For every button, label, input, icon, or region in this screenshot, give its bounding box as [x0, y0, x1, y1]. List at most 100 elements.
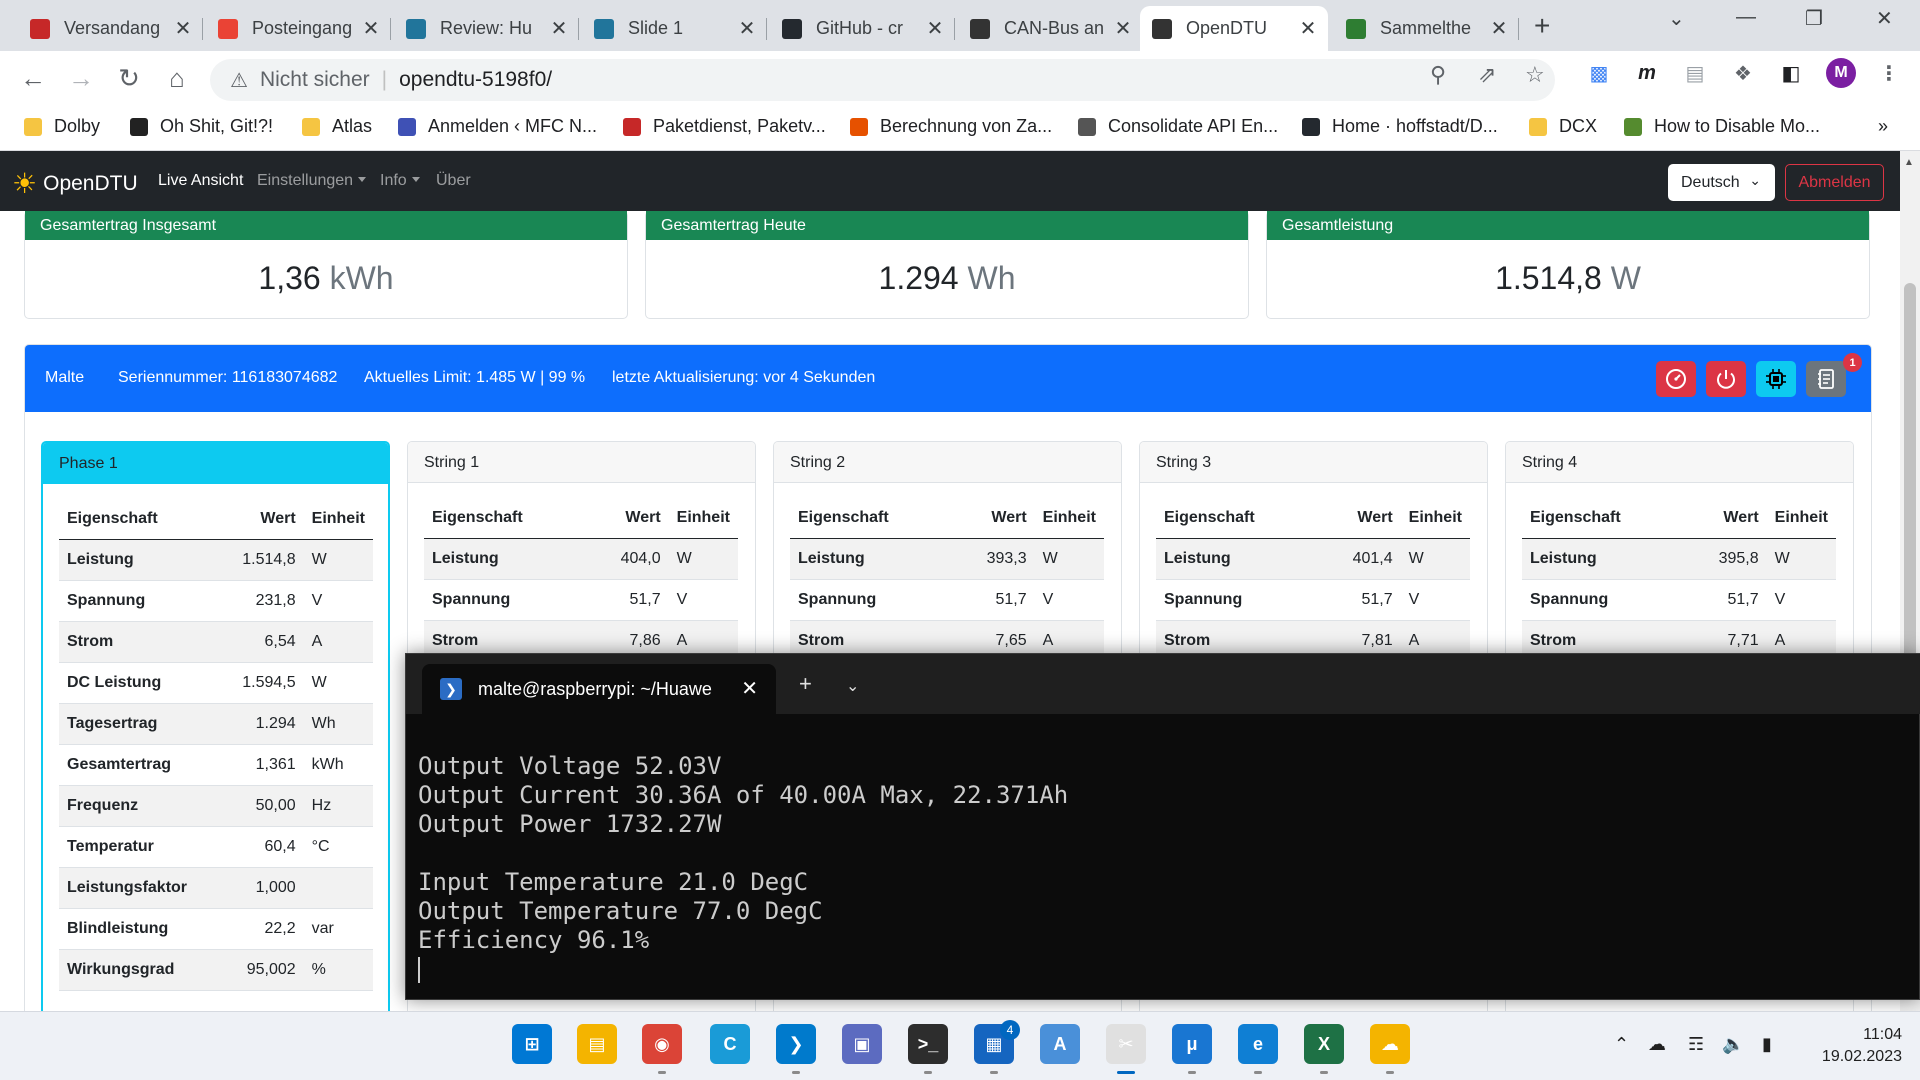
google-extension-icon[interactable]: ▩ [1586, 60, 1612, 86]
speaker-icon[interactable]: 🔈 [1722, 1034, 1744, 1055]
close-window-button[interactable]: ✕ [1876, 6, 1893, 31]
terminal-output[interactable]: Output Voltage 52.03V Output Current 30.3… [418, 752, 1068, 955]
restore-button[interactable]: ❐ [1805, 6, 1823, 31]
excel-icon[interactable]: X [1304, 1024, 1344, 1064]
wifi-icon[interactable]: ☶ [1688, 1034, 1704, 1055]
bookmark-item[interactable]: How to Disable Mo... [1624, 116, 1820, 137]
nav-settings-dropdown[interactable]: Einstellungen [257, 172, 366, 190]
browser-tab[interactable]: Sammelthe ✕ [1334, 6, 1519, 51]
new-terminal-tab-button[interactable]: + [799, 671, 812, 697]
browser-tab[interactable]: Slide 1 ✕ [582, 6, 767, 51]
tray-chevron-up-icon[interactable]: ⌃ [1614, 1034, 1629, 1055]
file-explorer-icon[interactable]: ▤ [577, 1024, 617, 1064]
scroll-up-arrow-icon[interactable]: ▲ [1904, 157, 1914, 168]
snipping-icon[interactable]: ✂ [1106, 1024, 1146, 1064]
system-clock[interactable]: 11:04 19.02.2023 [1810, 1024, 1902, 1068]
browser-tab[interactable]: Review: Hu ✕ [394, 6, 579, 51]
bookmark-item[interactable]: Consolidate API En... [1078, 116, 1278, 137]
chrome-icon[interactable]: ◉ [642, 1024, 682, 1064]
close-icon[interactable]: ✕ [547, 16, 571, 41]
device-info-button[interactable] [1756, 361, 1796, 397]
chip-icon [970, 18, 990, 39]
close-icon[interactable]: ✕ [359, 16, 383, 41]
bookmark-item[interactable]: Paketdienst, Paketv... [623, 116, 826, 137]
onedrive-folder-icon[interactable]: ☁ [1370, 1024, 1410, 1064]
value-cell: 51,7 [599, 579, 669, 621]
close-icon[interactable]: ✕ [1296, 16, 1320, 41]
value-cell: 51,7 [1331, 579, 1401, 621]
terminal-icon[interactable]: >_ [908, 1024, 948, 1064]
bookmark-item[interactable]: Anmelden ‹ MFC N... [398, 116, 597, 137]
sun-icon: ☀ [12, 168, 38, 199]
browser-tab[interactable]: Versandang ✕ [18, 6, 203, 51]
value-cell: 231,8 [233, 580, 304, 622]
edge-icon[interactable]: e [1238, 1024, 1278, 1064]
vscode-icon[interactable]: ❯ [776, 1024, 816, 1064]
browser-tab[interactable]: OpenDTU ✕ [1140, 6, 1328, 51]
event-log-button[interactable] [1806, 361, 1846, 397]
side-panel-icon[interactable]: ◧ [1778, 60, 1804, 86]
chevron-down-icon[interactable]: ⌄ [846, 676, 859, 696]
share-icon[interactable]: ⇗ [1478, 62, 1496, 88]
bookmark-label: Home · hoffstadt/D... [1332, 116, 1498, 136]
column-header: Wert [1331, 499, 1401, 539]
bookmark-item[interactable]: Dolby [24, 116, 100, 137]
c-app-icon[interactable]: C [710, 1024, 750, 1064]
mu-editor-icon[interactable]: μ [1172, 1024, 1212, 1064]
forward-arrow-icon[interactable]: → [65, 63, 97, 94]
bookmark-item[interactable]: Berechnung von Za... [850, 116, 1052, 137]
bookmark-item[interactable]: Oh Shit, Git!?! [130, 116, 273, 137]
nav-info-dropdown[interactable]: Info [380, 172, 420, 190]
nav-live-view[interactable]: Live Ansicht [158, 172, 243, 190]
power-control-button[interactable] [1706, 361, 1746, 397]
windows-start-icon[interactable]: ⊞ [512, 1024, 552, 1064]
terminal-window[interactable]: ❯ malte@raspberrypi: ~/Huawe ✕ + ⌄ Outpu… [405, 653, 1920, 1000]
reader-extension-icon[interactable]: ▤ [1682, 60, 1708, 86]
security-label[interactable]: Nicht sicher [260, 68, 370, 92]
profile-avatar[interactable]: M [1826, 58, 1856, 88]
language-select[interactable]: Deutsch ⌄ [1668, 164, 1775, 201]
new-tab-button[interactable]: + [1534, 10, 1550, 42]
warning-icon[interactable]: ⚠ [230, 68, 248, 93]
close-icon[interactable]: ✕ [735, 16, 759, 41]
battery-icon[interactable]: ▮ [1762, 1034, 1772, 1055]
brand-link[interactable]: ☀ OpenDTU [12, 167, 138, 200]
remote-desktop-icon[interactable]: ▣ [842, 1024, 882, 1064]
close-icon[interactable]: ✕ [923, 16, 947, 41]
logout-button[interactable]: Abmelden [1785, 164, 1884, 201]
tab-search-chevron-icon[interactable]: ⌄ [1668, 6, 1685, 31]
running-indicator [658, 1071, 666, 1074]
bookmark-item[interactable]: DCX [1529, 116, 1597, 137]
browser-tab[interactable]: CAN-Bus an ✕ [958, 6, 1143, 51]
more-bookmarks-chevron-icon[interactable]: » [1878, 116, 1888, 137]
terminal-tab-title: malte@raspberrypi: ~/Huawe [478, 678, 712, 699]
bookmark-item[interactable]: Atlas [302, 116, 372, 137]
m-extension-icon[interactable]: m [1634, 60, 1660, 86]
zoom-icon[interactable]: ⚲ [1430, 62, 1446, 88]
nav-about[interactable]: Über [436, 172, 471, 190]
close-icon[interactable]: ✕ [1111, 16, 1135, 41]
close-icon[interactable]: ✕ [171, 16, 195, 41]
cloud-sync-icon[interactable]: ☁ [1648, 1034, 1666, 1055]
arduino-a-icon[interactable]: A [1040, 1024, 1080, 1064]
limit-settings-button[interactable] [1656, 361, 1696, 397]
close-icon[interactable]: ✕ [741, 676, 758, 701]
bookmark-star-icon[interactable]: ☆ [1525, 62, 1545, 88]
bookmark-item[interactable]: Home · hoffstadt/D... [1302, 116, 1498, 137]
minimize-button[interactable]: — [1736, 6, 1756, 29]
home-icon[interactable]: ⌂ [161, 63, 193, 94]
browser-menu-icon[interactable]: ⋮ [1876, 60, 1902, 86]
bookmark-label: Dolby [54, 116, 101, 136]
browser-tab[interactable]: Posteingang ✕ [206, 6, 391, 51]
terminal-tab[interactable]: ❯ malte@raspberrypi: ~/Huawe ✕ [422, 664, 776, 714]
extensions-puzzle-icon[interactable]: ❖ [1730, 60, 1756, 86]
running-indicator [1117, 1071, 1135, 1074]
close-icon[interactable]: ✕ [1487, 16, 1511, 41]
back-arrow-icon[interactable]: ← [17, 63, 49, 94]
value-cell: 401,4 [1331, 538, 1401, 580]
url-text[interactable]: opendtu-5198f0/ [399, 68, 552, 92]
browser-tab[interactable]: GitHub - cr ✕ [770, 6, 955, 51]
address-bar[interactable]: ⚠ Nicht sicher | opendtu-5198f0/ [210, 59, 1555, 101]
reload-icon[interactable]: ↻ [113, 63, 145, 94]
